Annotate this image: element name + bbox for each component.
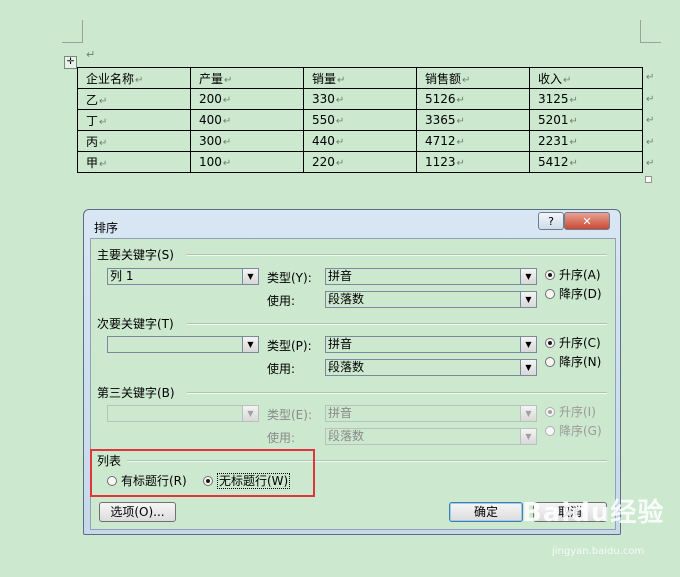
table-cell[interactable]: 330↵ xyxy=(303,88,417,110)
radio-selected-icon xyxy=(545,338,555,348)
table-cell[interactable]: 丙↵ xyxy=(77,130,191,152)
secondary-ascending-radio[interactable]: 升序(C) xyxy=(545,334,601,351)
table-cell[interactable]: 1123↵ xyxy=(416,151,530,173)
table-cell[interactable]: 产量↵ xyxy=(190,67,304,89)
table-cell[interactable]: 440↵ xyxy=(303,130,417,152)
table-header-row: 企业名称↵ 产量↵ 销量↵ 销售额↵ 收入↵ xyxy=(77,67,643,89)
table-move-handle-icon[interactable]: ✛ xyxy=(64,56,77,69)
group-divider xyxy=(187,254,607,256)
row-end-mark: ↵ xyxy=(646,158,655,169)
paragraph-mark: ↵ xyxy=(86,48,96,61)
radio-selected-icon xyxy=(545,407,555,417)
third-type-label: 类型(E): xyxy=(267,408,312,422)
chevron-down-icon: ▼ xyxy=(520,360,536,375)
primary-key-field-select[interactable]: 列 1 ▼ xyxy=(107,268,259,285)
table-cell[interactable]: 销量↵ xyxy=(303,67,417,89)
row-end-mark: ↵ xyxy=(646,72,655,83)
table-cell[interactable]: 100↵ xyxy=(190,151,304,173)
third-key-field-select[interactable]: ▼ xyxy=(107,405,259,422)
document-table: 企业名称↵ 产量↵ 销量↵ 销售额↵ 收入↵ 乙↵ 200↵ 330↵ 5126… xyxy=(77,67,643,173)
secondary-descending-radio[interactable]: 降序(N) xyxy=(545,353,601,370)
close-button[interactable]: ✕ xyxy=(564,212,610,230)
dialog-title: 排序 xyxy=(94,221,119,235)
table-cell[interactable]: 丁↵ xyxy=(77,109,191,131)
table-row: 丁↵ 400↵ 550↵ 3365↵ 5201↵ xyxy=(77,109,643,131)
secondary-use-select[interactable]: 段落数 ▼ xyxy=(325,359,537,376)
chevron-down-icon: ▼ xyxy=(520,429,536,444)
primary-type-select[interactable]: 拼音 ▼ xyxy=(325,268,537,285)
radio-selected-icon xyxy=(545,270,555,280)
primary-use-label: 使用: xyxy=(267,294,296,308)
table-cell[interactable]: 收入↵ xyxy=(529,67,643,89)
third-key-group-label: 第三关键字(B) xyxy=(97,386,175,400)
third-use-select[interactable]: 段落数 ▼ xyxy=(325,428,537,445)
row-end-mark: ↵ xyxy=(646,137,655,148)
table-cell[interactable]: 2231↵ xyxy=(529,130,643,152)
table-cell[interactable]: 甲↵ xyxy=(77,151,191,173)
page-corner-top-right xyxy=(640,20,661,43)
table-row: 乙↵ 200↵ 330↵ 5126↵ 3125↵ xyxy=(77,88,643,110)
chevron-down-icon: ▼ xyxy=(242,337,258,352)
primary-use-select[interactable]: 段落数 ▼ xyxy=(325,291,537,308)
third-descending-radio[interactable]: 降序(G) xyxy=(545,422,602,439)
group-divider xyxy=(187,392,607,394)
table-cell[interactable]: 220↵ xyxy=(303,151,417,173)
secondary-key-group-label: 次要关键字(T) xyxy=(97,317,174,331)
chevron-down-icon: ▼ xyxy=(520,269,536,284)
table-cell[interactable]: 5412↵ xyxy=(529,151,643,173)
highlight-box xyxy=(90,449,315,497)
chevron-down-icon: ▼ xyxy=(520,292,536,307)
secondary-key-field-select[interactable]: ▼ xyxy=(107,336,259,353)
row-end-mark: ↵ xyxy=(646,94,655,105)
radio-icon xyxy=(545,357,555,367)
radio-icon xyxy=(545,289,555,299)
primary-type-label: 类型(Y): xyxy=(267,271,312,285)
chevron-down-icon: ▼ xyxy=(520,337,536,352)
chevron-down-icon: ▼ xyxy=(520,406,536,421)
table-cell[interactable]: 4712↵ xyxy=(416,130,530,152)
chevron-down-icon: ▼ xyxy=(242,406,258,421)
help-button[interactable]: ? xyxy=(538,212,564,230)
third-use-label: 使用: xyxy=(267,431,296,445)
row-end-mark: ↵ xyxy=(646,115,655,126)
primary-key-group-label: 主要关键字(S) xyxy=(97,248,174,262)
radio-icon xyxy=(545,426,555,436)
table-cell[interactable]: 3365↵ xyxy=(416,109,530,131)
third-ascending-radio[interactable]: 升序(I) xyxy=(545,403,596,420)
table-cell[interactable]: 乙↵ xyxy=(77,88,191,110)
options-button[interactable]: 选项(O)... xyxy=(99,502,176,522)
page-corner-top-left xyxy=(62,20,83,43)
table-resize-handle[interactable] xyxy=(645,176,652,183)
watermark-url: jingyan.baidu.com xyxy=(552,546,645,557)
table-cell[interactable]: 企业名称↵ xyxy=(77,67,191,89)
table-cell[interactable]: 5126↵ xyxy=(416,88,530,110)
chevron-down-icon: ▼ xyxy=(242,269,258,284)
third-type-select[interactable]: 拼音 ▼ xyxy=(325,405,537,422)
table-cell[interactable]: 销售额↵ xyxy=(416,67,530,89)
secondary-type-label: 类型(P): xyxy=(267,339,312,353)
primary-ascending-radio[interactable]: 升序(A) xyxy=(545,266,601,283)
primary-descending-radio[interactable]: 降序(D) xyxy=(545,285,602,302)
group-divider xyxy=(187,323,607,325)
table-row: 丙↵ 300↵ 440↵ 4712↵ 2231↵ xyxy=(77,130,643,152)
table-cell[interactable]: 5201↵ xyxy=(529,109,643,131)
secondary-use-label: 使用: xyxy=(267,362,296,376)
table-row: 甲↵ 100↵ 220↵ 1123↵ 5412↵ xyxy=(77,151,643,173)
secondary-type-select[interactable]: 拼音 ▼ xyxy=(325,336,537,353)
table-cell[interactable]: 550↵ xyxy=(303,109,417,131)
table-cell[interactable]: 3125↵ xyxy=(529,88,643,110)
table-cell[interactable]: 300↵ xyxy=(190,130,304,152)
watermark-logo: Baidu经验 xyxy=(522,498,665,528)
table-cell[interactable]: 400↵ xyxy=(190,109,304,131)
table-cell[interactable]: 200↵ xyxy=(190,88,304,110)
ok-button[interactable]: 确定 xyxy=(449,502,523,522)
